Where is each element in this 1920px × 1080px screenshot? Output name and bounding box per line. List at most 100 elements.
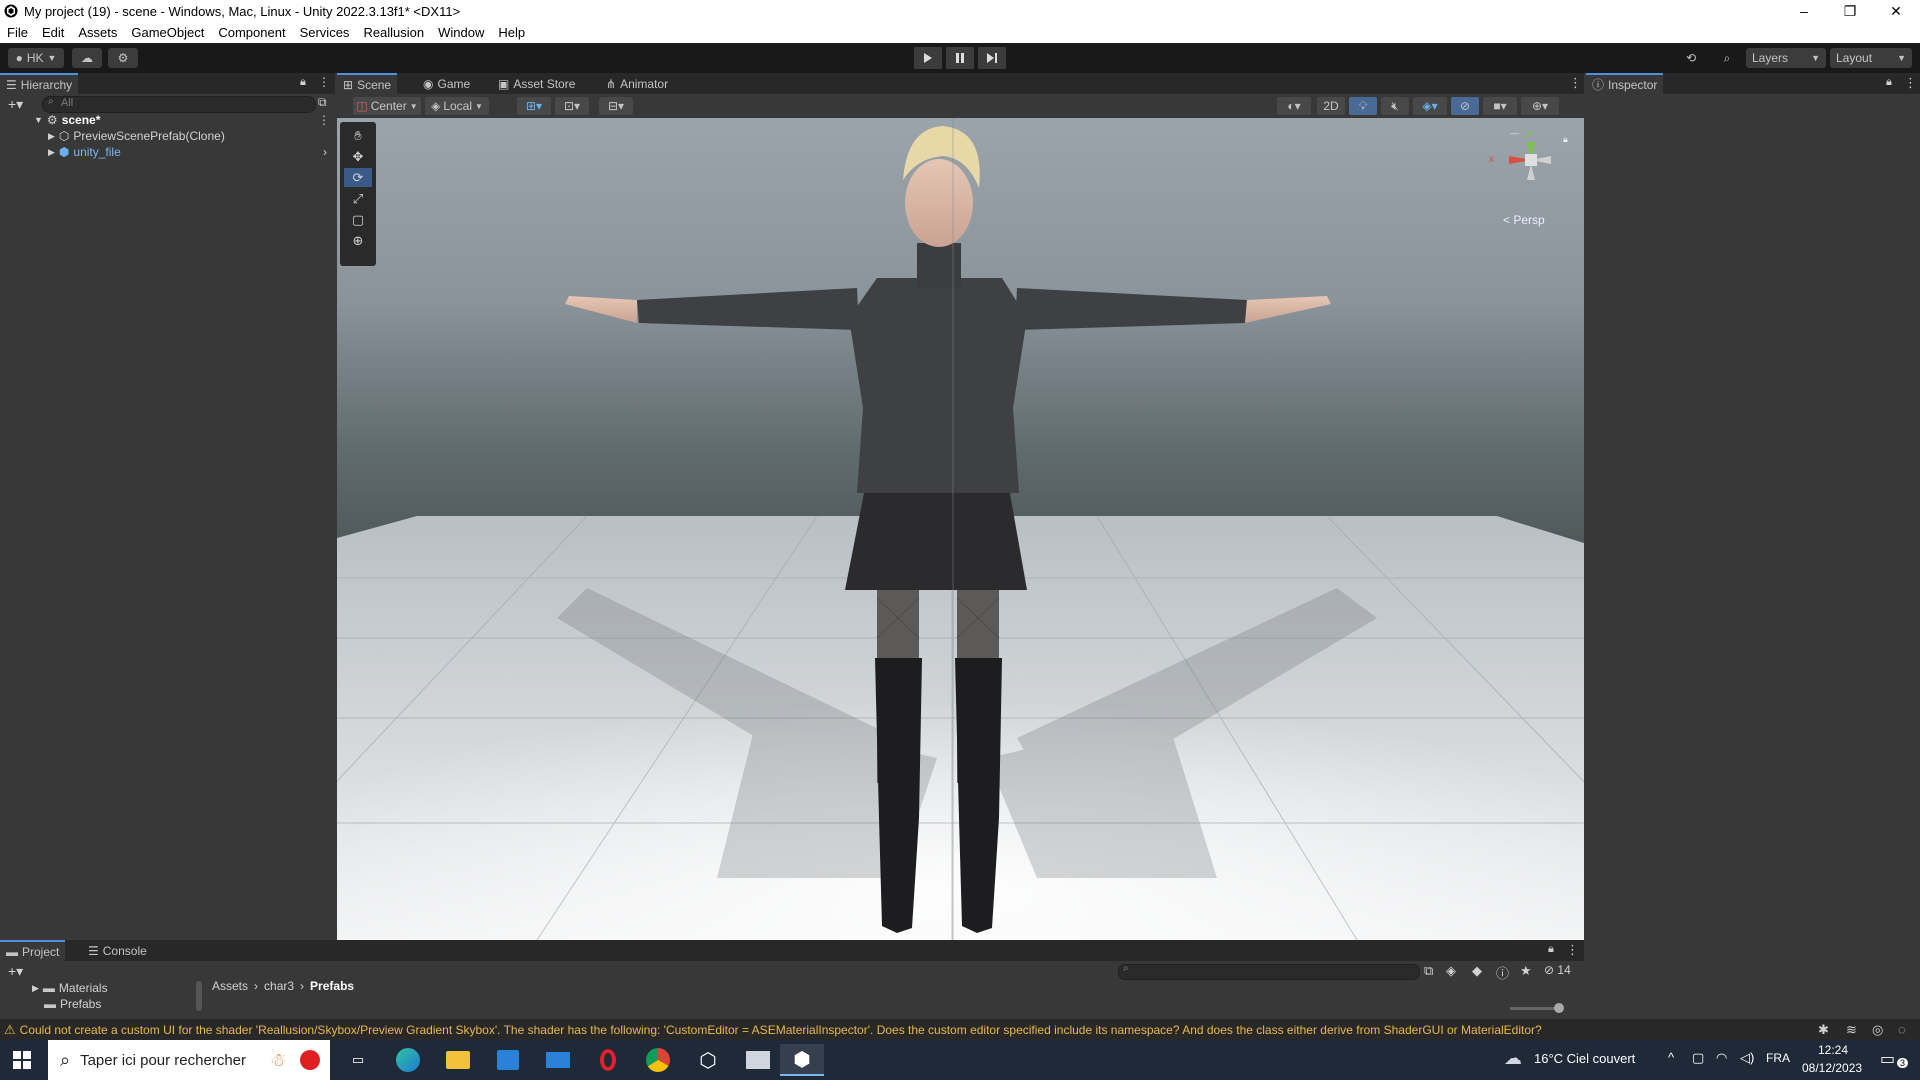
language-indicator[interactable]: FRA: [1766, 1051, 1790, 1065]
tab-console[interactable]: ☰ Console: [82, 940, 153, 961]
opera-app[interactable]: [586, 1044, 630, 1076]
volume-icon[interactable]: ◁): [1740, 1050, 1754, 1066]
task-view-button[interactable]: ▭: [336, 1044, 380, 1076]
project-search-input[interactable]: ⌕: [1118, 963, 1420, 980]
maximize-button[interactable]: ❐: [1827, 0, 1873, 22]
undo-history-button[interactable]: ⟲: [1678, 48, 1704, 68]
tab-game[interactable]: ◉ Game: [417, 73, 476, 94]
edge-app[interactable]: [386, 1044, 430, 1076]
cache-server-icon[interactable]: ≋: [1846, 1022, 1857, 1038]
view-tool[interactable]: ✋︎: [344, 126, 372, 145]
taskbar-search-box[interactable]: ⌕ Taper ici pour rechercher ☃: [48, 1040, 330, 1080]
info-icon[interactable]: ⓘ: [1496, 963, 1509, 982]
slider-handle[interactable]: [1554, 1003, 1564, 1013]
clock-date[interactable]: 08/12/2023: [1802, 1061, 1862, 1075]
pivot-dropdown[interactable]: ◫ Center ▼: [353, 97, 421, 115]
folder-tree-scrollbar[interactable]: [196, 981, 202, 1011]
menu-assets[interactable]: Assets: [71, 25, 124, 40]
transform-tool[interactable]: ⊕: [344, 231, 372, 250]
tab-asset-store[interactable]: ▣ Asset Store: [492, 73, 581, 94]
menu-help[interactable]: Help: [491, 25, 532, 40]
lighting-toggle[interactable]: 💡︎: [1349, 97, 1377, 115]
camera-settings-dropdown[interactable]: ■▾: [1483, 97, 1517, 115]
projection-toggle[interactable]: < Persp: [1503, 213, 1545, 227]
progress-icon[interactable]: ◌: [1898, 1022, 1906, 1037]
gizmo-menu-icon[interactable]: —: [1510, 128, 1519, 138]
meet-now-icon[interactable]: ▢: [1692, 1050, 1704, 1066]
more-options-icon[interactable]: ⋮: [318, 113, 330, 127]
more-options-icon[interactable]: ⋮: [1904, 75, 1917, 91]
gizmos-dropdown[interactable]: ⊕▾: [1521, 97, 1559, 115]
file-explorer-app[interactable]: [436, 1044, 480, 1076]
start-button[interactable]: [0, 1044, 44, 1076]
rect-tool[interactable]: ▢: [344, 210, 372, 229]
minimize-button[interactable]: –: [1781, 0, 1827, 22]
weather-text[interactable]: 16°C Ciel couvert: [1534, 1051, 1635, 1066]
star-icon[interactable]: ★: [1520, 963, 1532, 979]
effects-dropdown[interactable]: ◈▾: [1413, 97, 1447, 115]
scale-tool[interactable]: ⤢: [344, 189, 372, 208]
layers-dropdown[interactable]: Layers ▼: [1746, 48, 1826, 68]
clock-time[interactable]: 12:24: [1818, 1043, 1848, 1057]
unity-editor-app[interactable]: ⬢: [780, 1044, 824, 1076]
chevron-right-icon[interactable]: ›: [323, 145, 327, 159]
debug-icon[interactable]: ✱: [1818, 1022, 1829, 1038]
increment-snap-toggle[interactable]: ⊟▾: [599, 97, 633, 115]
rotate-tool[interactable]: ⟳: [344, 168, 372, 187]
tab-inspector[interactable]: ⓘ Inspector: [1586, 73, 1664, 94]
collab-settings-button[interactable]: ⚙: [108, 48, 138, 68]
hierarchy-item-unity-file[interactable]: ▶ ⬢ unity_file ›: [48, 144, 333, 160]
tab-animator[interactable]: ⋔ Animator: [600, 73, 674, 94]
breadcrumb-assets[interactable]: Assets: [212, 979, 248, 993]
scene-visibility-icon[interactable]: ⧉: [318, 95, 327, 110]
scene-viewport[interactable]: y x 🔒︎ — < Persp: [337, 118, 1584, 940]
tab-project[interactable]: ▬ Project: [0, 940, 66, 961]
folder-prefabs[interactable]: ▬ Prefabs: [44, 996, 101, 1012]
menu-services[interactable]: Services: [293, 25, 357, 40]
close-button[interactable]: ✕: [1873, 0, 1919, 22]
audio-toggle[interactable]: 🔇︎: [1381, 97, 1409, 115]
grid-toggle[interactable]: ⊞▾: [517, 97, 551, 115]
wifi-icon[interactable]: ◠: [1716, 1050, 1727, 1066]
status-bar[interactable]: ⚠ Could not create a custom UI for the s…: [0, 1019, 1920, 1040]
thumbnail-size-slider[interactable]: [1510, 1003, 1564, 1013]
folder-materials[interactable]: ▶ ▬ Materials: [32, 980, 108, 996]
layout-dropdown[interactable]: Layout ▼: [1830, 48, 1912, 68]
tag-icon[interactable]: ◆: [1472, 963, 1482, 979]
menu-file[interactable]: File: [0, 25, 35, 40]
hierarchy-search-input[interactable]: ⌕ All: [42, 96, 316, 113]
more-options-icon[interactable]: ⋮: [318, 75, 330, 89]
gizmo-lock-icon[interactable]: 🔒︎: [1563, 134, 1568, 145]
auto-generate-lighting-icon[interactable]: ◎: [1872, 1022, 1883, 1038]
tab-scene[interactable]: ⊞ Scene: [337, 73, 398, 94]
play-button[interactable]: [914, 47, 942, 69]
more-options-icon[interactable]: ⋮: [1566, 942, 1579, 958]
hidden-packages-toggle[interactable]: ⊘ 14: [1544, 963, 1571, 977]
tab-hierarchy[interactable]: ☰ Hierarchy: [0, 73, 79, 94]
breadcrumb-char3[interactable]: char3: [264, 979, 294, 993]
pictures-app[interactable]: [736, 1044, 780, 1076]
tray-chevron-up-icon[interactable]: ^: [1668, 1050, 1674, 1065]
space-dropdown[interactable]: ◈ Local ▼: [425, 97, 489, 115]
pause-button[interactable]: [946, 47, 974, 69]
menu-window[interactable]: Window: [431, 25, 491, 40]
step-button[interactable]: [978, 47, 1006, 69]
account-button[interactable]: ● HK ▼: [8, 48, 64, 68]
lock-icon[interactable]: 🔒︎: [1548, 943, 1554, 956]
snap-toggle[interactable]: ⊡▾: [555, 97, 589, 115]
cloud-button[interactable]: ☁: [72, 48, 102, 68]
hierarchy-item-previewsceneprefab[interactable]: ▶ ⬡ PreviewScenePrefab(Clone): [48, 128, 328, 144]
search-button[interactable]: ⌕: [1714, 48, 1740, 68]
lock-icon[interactable]: 🔒︎: [1886, 76, 1892, 89]
more-options-icon[interactable]: ⋮: [1569, 75, 1582, 91]
menu-reallusion[interactable]: Reallusion: [356, 25, 431, 40]
lock-icon[interactable]: 🔒︎: [300, 76, 306, 89]
hierarchy-scene-row[interactable]: ▼ ⚙ scene* ⋮: [34, 112, 334, 128]
menu-gameobject[interactable]: GameObject: [124, 25, 211, 40]
draw-mode-dropdown[interactable]: ◐▾: [1277, 97, 1311, 115]
hidden-objects-toggle[interactable]: ⊘: [1451, 97, 1479, 115]
chrome-app[interactable]: [636, 1044, 680, 1076]
move-tool[interactable]: ✥: [344, 147, 372, 166]
notification-icon[interactable]: ▭: [1880, 1049, 1895, 1069]
menu-component[interactable]: Component: [211, 25, 292, 40]
